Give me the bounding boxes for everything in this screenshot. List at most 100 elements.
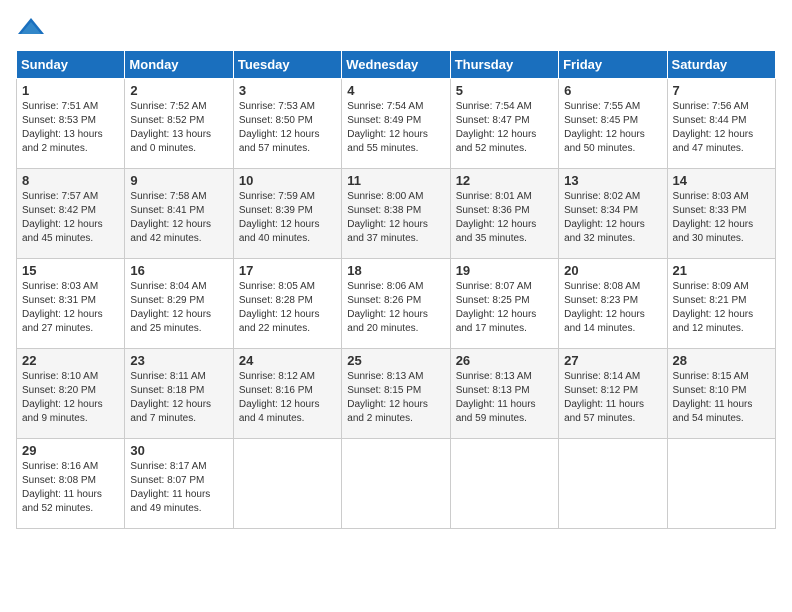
- calendar-day-cell: 20Sunrise: 8:08 AM Sunset: 8:23 PM Dayli…: [559, 259, 667, 349]
- calendar-day-cell: 9 Sunrise: 7:58 AM Sunset: 8:41 PM Daylig…: [125, 169, 233, 259]
- day-number: 11: [347, 173, 444, 188]
- calendar-day-cell: 8 Sunrise: 7:57 AM Sunset: 8:42 PM Daylig…: [17, 169, 125, 259]
- calendar-day-cell: 15 Sunrise: 8:03 AM Sunset: 8:31 PM Dayli…: [17, 259, 125, 349]
- col-sunday: Sunday: [17, 51, 125, 79]
- day-info: Sunrise: 8:03 AM Sunset: 8:33 PM Dayligh…: [673, 190, 770, 246]
- logo-icon: [16, 16, 46, 40]
- calendar-day-cell: 24 Sunrise: 8:12 AM Sunset: 8:16 PM Dayli…: [233, 349, 341, 439]
- day-info: Sunrise: 8:00 AM Sunset: 8:38 PM Dayligh…: [347, 190, 444, 246]
- day-number: 22: [22, 353, 119, 368]
- day-info: Sunrise: 8:16 AM Sunset: 8:08 PM Dayligh…: [22, 460, 119, 516]
- day-info: Sunrise: 8:12 AM Sunset: 8:16 PM Dayligh…: [239, 370, 336, 426]
- day-info: Sunrise: 7:57 AM Sunset: 8:42 PM Dayligh…: [22, 190, 119, 246]
- calendar-week-row: 22 Sunrise: 8:10 AM Sunset: 8:20 PM Dayli…: [17, 349, 776, 439]
- day-number: 21: [673, 263, 770, 278]
- day-number: 23: [130, 353, 227, 368]
- day-info: Sunrise: 7:54 AM Sunset: 8:47 PM Dayligh…: [456, 100, 553, 156]
- calendar-day-cell: 19 Sunrise: 8:07 AM Sunset: 8:25 PM Dayli…: [450, 259, 558, 349]
- day-info: Sunrise: 8:01 AM Sunset: 8:36 PM Dayligh…: [456, 190, 553, 246]
- day-number: 8: [22, 173, 119, 188]
- day-info: Sunrise: 7:52 AM Sunset: 8:52 PM Dayligh…: [130, 100, 227, 156]
- day-info: Sunrise: 8:11 AM Sunset: 8:18 PM Dayligh…: [130, 370, 227, 426]
- day-number: 3: [239, 83, 336, 98]
- day-number: 13: [564, 173, 661, 188]
- day-number: 9: [130, 173, 227, 188]
- day-number: 19: [456, 263, 553, 278]
- day-number: 30: [130, 443, 227, 458]
- day-info: Sunrise: 8:04 AM Sunset: 8:29 PM Dayligh…: [130, 280, 227, 336]
- calendar-day-cell: 2 Sunrise: 7:52 AM Sunset: 8:52 PM Daylig…: [125, 79, 233, 169]
- calendar-day-cell: [667, 439, 775, 529]
- day-number: 25: [347, 353, 444, 368]
- day-info: Sunrise: 8:05 AM Sunset: 8:28 PM Dayligh…: [239, 280, 336, 336]
- day-info: Sunrise: 8:13 AM Sunset: 8:13 PM Dayligh…: [456, 370, 553, 426]
- day-number: 7: [673, 83, 770, 98]
- calendar-week-row: 1 Sunrise: 7:51 AM Sunset: 8:53 PM Daylig…: [17, 79, 776, 169]
- day-info: Sunrise: 8:10 AM Sunset: 8:20 PM Dayligh…: [22, 370, 119, 426]
- col-monday: Monday: [125, 51, 233, 79]
- day-info: Sunrise: 8:06 AM Sunset: 8:26 PM Dayligh…: [347, 280, 444, 336]
- day-number: 1: [22, 83, 119, 98]
- calendar-day-cell: 18 Sunrise: 8:06 AM Sunset: 8:26 PM Dayli…: [342, 259, 450, 349]
- calendar-day-cell: 16Sunrise: 8:04 AM Sunset: 8:29 PM Dayli…: [125, 259, 233, 349]
- day-number: 12: [456, 173, 553, 188]
- day-number: 27: [564, 353, 661, 368]
- calendar-week-row: 29 Sunrise: 8:16 AM Sunset: 8:08 PM Dayli…: [17, 439, 776, 529]
- logo: [16, 16, 50, 40]
- calendar-day-cell: 11 Sunrise: 8:00 AM Sunset: 8:38 PM Dayli…: [342, 169, 450, 259]
- calendar-table: Sunday Monday Tuesday Wednesday Thursday…: [16, 50, 776, 529]
- day-info: Sunrise: 8:02 AM Sunset: 8:34 PM Dayligh…: [564, 190, 661, 246]
- day-info: Sunrise: 8:03 AM Sunset: 8:31 PM Dayligh…: [22, 280, 119, 336]
- calendar-day-cell: 4Sunrise: 7:54 AM Sunset: 8:49 PM Daylig…: [342, 79, 450, 169]
- calendar-day-cell: [342, 439, 450, 529]
- calendar-day-cell: 30 Sunrise: 8:17 AM Sunset: 8:07 PM Dayli…: [125, 439, 233, 529]
- day-info: Sunrise: 8:07 AM Sunset: 8:25 PM Dayligh…: [456, 280, 553, 336]
- day-info: Sunrise: 7:59 AM Sunset: 8:39 PM Dayligh…: [239, 190, 336, 246]
- calendar-day-cell: 28Sunrise: 8:15 AM Sunset: 8:10 PM Dayli…: [667, 349, 775, 439]
- calendar-day-cell: 23 Sunrise: 8:11 AM Sunset: 8:18 PM Dayli…: [125, 349, 233, 439]
- col-friday: Friday: [559, 51, 667, 79]
- day-number: 24: [239, 353, 336, 368]
- calendar-day-cell: 5Sunrise: 7:54 AM Sunset: 8:47 PM Daylig…: [450, 79, 558, 169]
- day-number: 4: [347, 83, 444, 98]
- day-info: Sunrise: 8:09 AM Sunset: 8:21 PM Dayligh…: [673, 280, 770, 336]
- col-wednesday: Wednesday: [342, 51, 450, 79]
- calendar-day-cell: 26 Sunrise: 8:13 AM Sunset: 8:13 PM Dayli…: [450, 349, 558, 439]
- calendar-day-cell: 10 Sunrise: 7:59 AM Sunset: 8:39 PM Dayli…: [233, 169, 341, 259]
- calendar-day-cell: 1 Sunrise: 7:51 AM Sunset: 8:53 PM Daylig…: [17, 79, 125, 169]
- calendar-day-cell: [559, 439, 667, 529]
- day-number: 10: [239, 173, 336, 188]
- day-info: Sunrise: 8:15 AM Sunset: 8:10 PM Dayligh…: [673, 370, 770, 426]
- day-info: Sunrise: 7:51 AM Sunset: 8:53 PM Dayligh…: [22, 100, 119, 156]
- calendar-day-cell: 13 Sunrise: 8:02 AM Sunset: 8:34 PM Dayli…: [559, 169, 667, 259]
- calendar-day-cell: [450, 439, 558, 529]
- calendar-day-cell: 22 Sunrise: 8:10 AM Sunset: 8:20 PM Dayli…: [17, 349, 125, 439]
- day-info: Sunrise: 7:58 AM Sunset: 8:41 PM Dayligh…: [130, 190, 227, 246]
- header: [16, 16, 776, 40]
- day-number: 29: [22, 443, 119, 458]
- calendar-day-cell: 25 Sunrise: 8:13 AM Sunset: 8:15 PM Dayli…: [342, 349, 450, 439]
- col-thursday: Thursday: [450, 51, 558, 79]
- day-info: Sunrise: 7:53 AM Sunset: 8:50 PM Dayligh…: [239, 100, 336, 156]
- day-number: 14: [673, 173, 770, 188]
- calendar-day-cell: 21 Sunrise: 8:09 AM Sunset: 8:21 PM Dayli…: [667, 259, 775, 349]
- day-info: Sunrise: 8:17 AM Sunset: 8:07 PM Dayligh…: [130, 460, 227, 516]
- header-row: Sunday Monday Tuesday Wednesday Thursday…: [17, 51, 776, 79]
- day-info: Sunrise: 8:13 AM Sunset: 8:15 PM Dayligh…: [347, 370, 444, 426]
- calendar-week-row: 15 Sunrise: 8:03 AM Sunset: 8:31 PM Dayli…: [17, 259, 776, 349]
- calendar-day-cell: 12 Sunrise: 8:01 AM Sunset: 8:36 PM Dayli…: [450, 169, 558, 259]
- day-number: 15: [22, 263, 119, 278]
- col-saturday: Saturday: [667, 51, 775, 79]
- day-number: 20: [564, 263, 661, 278]
- day-info: Sunrise: 8:14 AM Sunset: 8:12 PM Dayligh…: [564, 370, 661, 426]
- calendar-day-cell: 14 Sunrise: 8:03 AM Sunset: 8:33 PM Dayli…: [667, 169, 775, 259]
- day-number: 26: [456, 353, 553, 368]
- col-tuesday: Tuesday: [233, 51, 341, 79]
- calendar-day-cell: 17Sunrise: 8:05 AM Sunset: 8:28 PM Dayli…: [233, 259, 341, 349]
- day-number: 18: [347, 263, 444, 278]
- calendar-day-cell: [233, 439, 341, 529]
- calendar-day-cell: 6Sunrise: 7:55 AM Sunset: 8:45 PM Daylig…: [559, 79, 667, 169]
- day-info: Sunrise: 7:55 AM Sunset: 8:45 PM Dayligh…: [564, 100, 661, 156]
- calendar-day-cell: 27 Sunrise: 8:14 AM Sunset: 8:12 PM Dayli…: [559, 349, 667, 439]
- day-number: 2: [130, 83, 227, 98]
